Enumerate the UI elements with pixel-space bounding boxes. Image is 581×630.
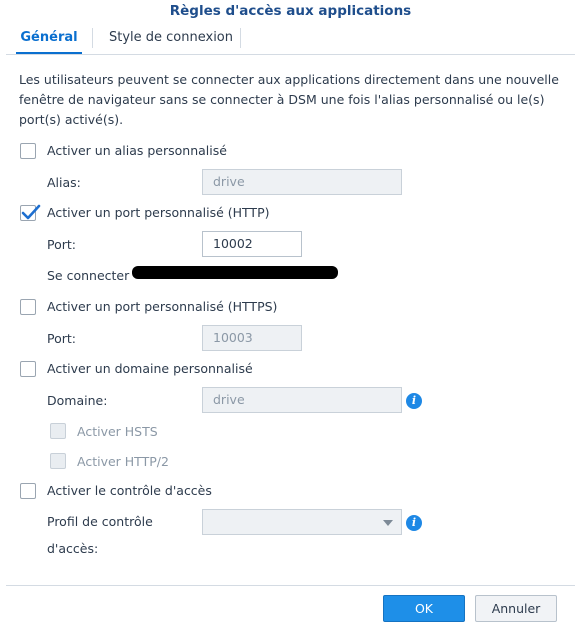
custom-domain-checkbox[interactable]: [20, 361, 36, 377]
tab-bar: Général Style de connexion: [6, 22, 575, 55]
https-port-field-label: Port:: [47, 331, 76, 346]
custom-http-port-label: Activer un port personnalisé (HTTP): [47, 205, 270, 220]
cancel-button[interactable]: Annuler: [475, 595, 557, 622]
footer-divider: [6, 585, 575, 586]
custom-https-port-label: Activer un port personnalisé (HTTPS): [47, 299, 278, 314]
tab-separator: [92, 28, 93, 48]
custom-domain-label: Activer un domaine personnalisé: [47, 361, 253, 376]
checkmark-icon: [21, 204, 41, 220]
access-profile-info-icon[interactable]: i: [406, 515, 422, 531]
tab-separator: [240, 28, 241, 48]
http2-checkbox[interactable]: [50, 453, 66, 469]
https-port-input[interactable]: 10003: [202, 325, 302, 351]
tab-general[interactable]: Général: [16, 22, 82, 54]
http2-label: Activer HTTP/2: [77, 454, 169, 469]
tab-login-style[interactable]: Style de connexion: [102, 22, 240, 53]
hsts-checkbox[interactable]: [50, 423, 66, 439]
http-port-field-label: Port:: [47, 237, 76, 252]
custom-alias-label: Activer un alias personnalisé: [47, 143, 227, 158]
alias-field-label: Alias:: [47, 175, 81, 190]
dialog-titlebar: Règles d'accès aux applications: [0, 0, 581, 22]
redacted-link: [132, 266, 338, 279]
access-profile-label-line2: d'accès:: [47, 541, 99, 556]
hsts-label: Activer HSTS: [77, 424, 158, 439]
domain-field-label: Domaine:: [47, 393, 108, 408]
access-profile-select[interactable]: [202, 509, 402, 535]
dialog-title: Règles d'accès aux applications: [169, 3, 412, 19]
access-control-label: Activer le contrôle d'accès: [47, 483, 212, 498]
connect-label: Se connecter: [47, 268, 130, 283]
access-control-checkbox[interactable]: [20, 483, 36, 499]
custom-alias-checkbox[interactable]: [20, 143, 36, 159]
alias-input[interactable]: drive: [202, 169, 402, 195]
description-text: Les utilisateurs peuvent se connecter au…: [19, 72, 559, 127]
custom-http-port-checkbox[interactable]: [20, 204, 41, 221]
custom-https-port-checkbox[interactable]: [20, 299, 36, 315]
domain-input[interactable]: drive: [202, 387, 402, 413]
ok-button[interactable]: OK: [383, 595, 465, 622]
access-profile-label-line1: Profil de contrôle: [47, 514, 153, 529]
domain-info-icon[interactable]: i: [406, 393, 422, 409]
chevron-down-icon: [383, 520, 393, 526]
http-port-input[interactable]: 10002: [202, 231, 302, 257]
